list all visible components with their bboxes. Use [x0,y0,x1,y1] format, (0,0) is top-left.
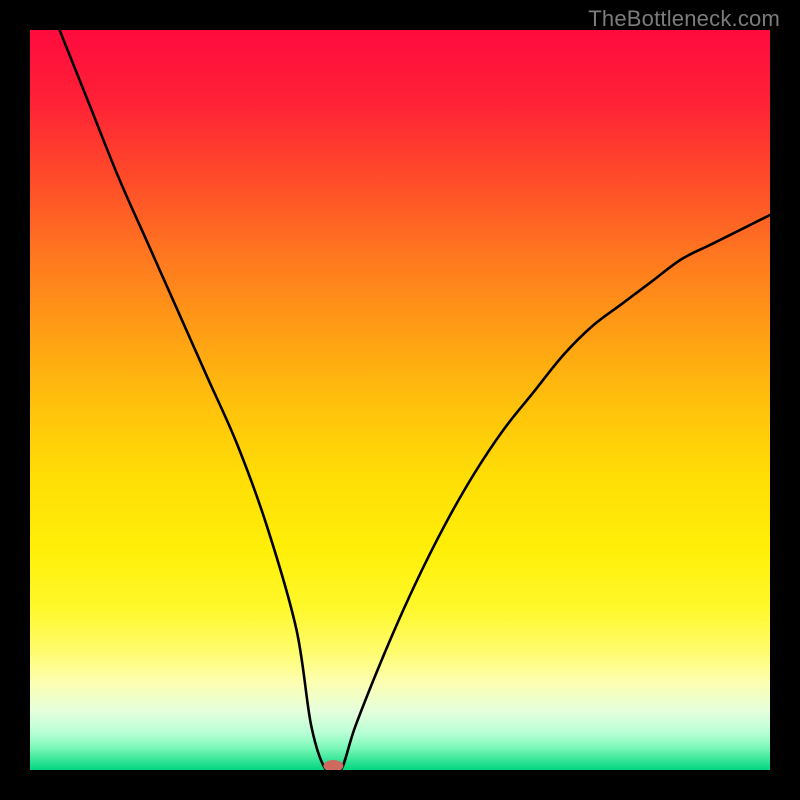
gradient-background [30,30,770,770]
bottleneck-curve-chart [30,30,770,770]
watermark-text: TheBottleneck.com [588,6,780,32]
plot-area [30,30,770,770]
